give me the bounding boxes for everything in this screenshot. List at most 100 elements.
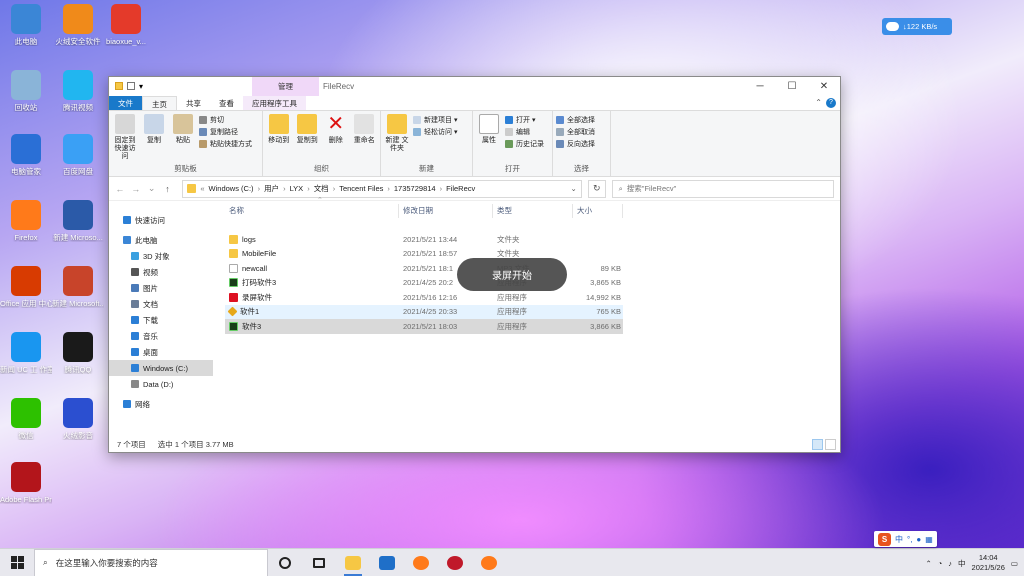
maximize-button[interactable]: ☐	[776, 77, 808, 96]
breadcrumb-segment[interactable]: FileRecv	[446, 184, 475, 193]
nav-item[interactable]: 图片	[109, 280, 213, 296]
nav-item[interactable]: 桌面	[109, 344, 213, 360]
notifications-icon[interactable]: ▭	[1011, 559, 1018, 568]
ime-keyboard-icon[interactable]: ▦	[925, 535, 933, 544]
file-row[interactable]: 软件1 2021/4/25 20:33 应用程序 765 KB	[225, 304, 623, 319]
network-icon[interactable]: ◔	[938, 559, 943, 568]
taskbar-app-button[interactable]	[472, 549, 506, 576]
open-button[interactable]: 打开 ▾	[505, 115, 544, 125]
breadcrumb-chevron-icon[interactable]: ›	[387, 184, 390, 193]
breadcrumb-segment[interactable]: LYX	[290, 184, 304, 193]
desktop-shortcut[interactable]: Office 应用 中心	[0, 266, 52, 308]
tab-view[interactable]: 查看	[210, 96, 243, 110]
tab-file[interactable]: 文件	[109, 96, 142, 110]
desktop-shortcut[interactable]: 电脑管家	[0, 134, 52, 176]
taskbar-search-input[interactable]: 在这里输入你要搜索的内容	[56, 557, 158, 569]
address-dropdown-icon[interactable]: ⌄	[567, 184, 581, 193]
taskbar-app-button[interactable]	[370, 549, 404, 576]
invert-selection-button[interactable]: 反向选择	[556, 139, 595, 149]
taskbar-app-button[interactable]	[268, 549, 302, 576]
desktop-shortcut[interactable]: 腾讯QQ	[52, 332, 104, 374]
desktop-shortcut[interactable]: Firefox	[0, 200, 52, 242]
desktop-shortcut[interactable]: 新建 Microsoft...	[52, 266, 104, 308]
nav-item[interactable]: 音乐	[109, 328, 213, 344]
minimize-button[interactable]: ─	[744, 77, 776, 96]
desktop-shortcut[interactable]: 新建 Microso...	[52, 200, 104, 242]
desktop-shortcut[interactable]: biaoxue_v...	[100, 4, 152, 46]
network-speed-widget[interactable]: ↓122 KB/s	[882, 18, 952, 35]
edit-button[interactable]: 编辑	[505, 127, 544, 137]
title-bar[interactable]: ▾ 管理 FileRecv ─ ☐ ✕	[109, 77, 840, 96]
nav-item[interactable]: 此电脑	[109, 232, 213, 248]
qat-dropdown-icon[interactable]: ▾	[139, 82, 145, 91]
breadcrumb-segment[interactable]: 1735729814	[394, 184, 436, 193]
desktop-shortcut[interactable]: 火绒影音	[52, 398, 104, 440]
column-size[interactable]: 大小	[573, 204, 623, 218]
column-name[interactable]: 名称	[225, 204, 399, 218]
up-arrow-icon[interactable]: ↑	[163, 184, 173, 194]
tab-share[interactable]: 共享	[177, 96, 210, 110]
desktop-shortcut[interactable]: 回收站	[0, 70, 52, 112]
tab-home[interactable]: 主页	[142, 96, 177, 110]
ime-language[interactable]: 中	[895, 534, 903, 545]
file-row[interactable]: 录屏软件 2021/5/16 12:16 应用程序 14,992 KB	[225, 290, 623, 305]
close-button[interactable]: ✕	[808, 77, 840, 96]
properties-qat-icon[interactable]	[127, 82, 135, 90]
new-item-button[interactable]: 新建项目 ▾	[413, 115, 457, 125]
nav-item[interactable]: 网络	[109, 396, 213, 412]
volume-icon[interactable]: ♪	[948, 559, 952, 568]
breadcrumb-chevron-icon[interactable]: ›	[440, 184, 443, 193]
column-date[interactable]: 修改日期	[399, 204, 493, 218]
nav-item[interactable]: 视频	[109, 264, 213, 280]
desktop-shortcut[interactable]: 此电脑	[0, 4, 52, 46]
desktop-shortcut[interactable]: 腾讯视频	[52, 70, 104, 112]
breadcrumb-segment[interactable]: Tencent Files	[339, 184, 383, 193]
breadcrumb-segment[interactable]: 文档	[314, 183, 329, 194]
file-row[interactable]: 软件3 2021/5/21 18:03 应用程序 3,866 KB	[225, 319, 623, 334]
breadcrumb-chevron-icon[interactable]: ›	[307, 184, 310, 193]
ribbon-collapse-icon[interactable]: ⌃	[815, 98, 822, 107]
desktop-shortcut[interactable]: 百度网盘	[52, 134, 104, 176]
file-row[interactable]: logs 2021/5/21 13:44 文件夹	[225, 232, 623, 247]
breadcrumb-overflow-icon[interactable]: «	[200, 184, 204, 193]
details-view-icon[interactable]	[812, 439, 823, 450]
nav-item[interactable]: Windows (C:)	[109, 360, 213, 376]
ime-punctuation-icon[interactable]: °,	[907, 535, 912, 544]
taskbar-app-button[interactable]	[336, 549, 370, 576]
breadcrumb-chevron-icon[interactable]: ›	[333, 184, 336, 193]
refresh-button[interactable]: ↻	[587, 179, 606, 198]
address-bar[interactable]: « Windows (C:) › 用户 › LYX › 文档 › Tencent Files › 1…	[182, 179, 582, 198]
ime-toolbar[interactable]: S 中 °, ● ▦	[874, 531, 937, 547]
easy-access-button[interactable]: 轻松访问 ▾	[413, 127, 457, 137]
search-input[interactable]: 搜索"FileRecv"	[627, 183, 677, 194]
paste-shortcut-button[interactable]: 粘贴快捷方式	[199, 139, 252, 149]
input-method-icon[interactable]: 中	[958, 558, 966, 569]
select-all-button[interactable]: 全部选择	[556, 115, 595, 125]
taskbar-search[interactable]: ⌕ 在这里输入你要搜索的内容	[34, 548, 268, 576]
history-button[interactable]: 历史记录	[505, 139, 544, 149]
desktop-shortcut[interactable]: Adobe Flash Profession...	[0, 462, 52, 504]
start-button[interactable]	[0, 549, 34, 576]
taskbar-app-button[interactable]	[302, 549, 336, 576]
breadcrumb-chevron-icon[interactable]: ›	[258, 184, 261, 193]
taskbar-app-button[interactable]	[404, 549, 438, 576]
clock[interactable]: 14:04 2021/5/26	[972, 553, 1005, 573]
taskbar-app-button[interactable]	[438, 549, 472, 576]
nav-item[interactable]: 快速访问	[109, 212, 213, 228]
breadcrumb-chevron-icon[interactable]: ›	[283, 184, 286, 193]
desktop-shortcut[interactable]: 微信	[0, 398, 52, 440]
breadcrumb-segment[interactable]: Windows (C:)	[209, 184, 254, 193]
tab-application-tools[interactable]: 应用程序工具	[243, 96, 306, 110]
breadcrumb-segment[interactable]: 用户	[264, 183, 279, 194]
nav-item[interactable]: 文档	[109, 296, 213, 312]
file-row[interactable]: MobileFile 2021/5/21 18:57 文件夹	[225, 247, 623, 262]
tray-overflow-icon[interactable]: ⌃	[925, 559, 931, 568]
ime-mic-icon[interactable]: ●	[916, 535, 921, 544]
column-type[interactable]: 类型	[493, 204, 573, 218]
help-icon[interactable]: ?	[826, 98, 836, 108]
copy-path-button[interactable]: 复制路径	[199, 127, 252, 137]
recent-locations-icon[interactable]: ⌄	[147, 183, 157, 194]
select-none-button[interactable]: 全部取消	[556, 127, 595, 137]
desktop-shortcut[interactable]: 新闻 UC 工 作室	[0, 332, 52, 374]
large-icons-view-icon[interactable]	[825, 439, 836, 450]
